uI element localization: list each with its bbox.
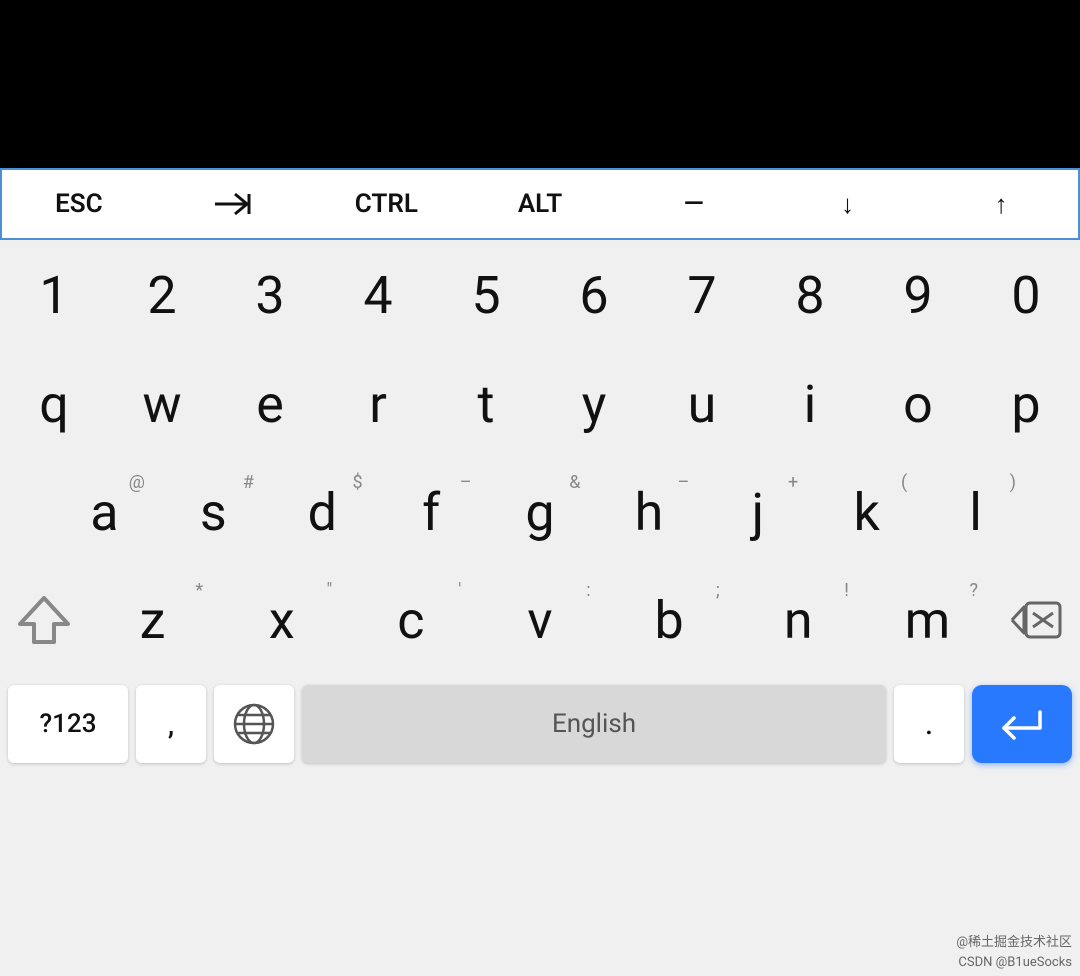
key-p[interactable]: p (972, 350, 1080, 458)
arrow-down-key[interactable]: ↓ (771, 170, 925, 238)
esc-key[interactable]: ESC (2, 170, 156, 238)
black-top-area (0, 0, 1080, 168)
key-v[interactable]: : v (475, 566, 604, 674)
key-q[interactable]: q (0, 350, 108, 458)
arrow-up-key[interactable]: ↑ (924, 170, 1078, 238)
key-s[interactable]: # s (159, 458, 268, 566)
zxcv-row: * z " x ' c : v ; b ! n ? m (0, 566, 1080, 674)
key-f[interactable]: – f (377, 458, 486, 566)
key-u[interactable]: u (648, 350, 756, 458)
key-k[interactable]: ( k (812, 458, 921, 566)
key-r[interactable]: r (324, 350, 432, 458)
enter-key[interactable] (972, 685, 1072, 763)
key-a[interactable]: @ a (50, 458, 159, 566)
key-e[interactable]: e (216, 350, 324, 458)
key-3[interactable]: 3 (216, 240, 324, 350)
key-x[interactable]: " x (217, 566, 346, 674)
key-8[interactable]: 8 (756, 240, 864, 350)
key-n[interactable]: ! n (734, 566, 863, 674)
key-7[interactable]: 7 (648, 240, 756, 350)
key-6[interactable]: 6 (540, 240, 648, 350)
dash-key[interactable]: — (617, 170, 771, 238)
comma-key[interactable]: , (136, 685, 206, 763)
key-l[interactable]: ) l (921, 458, 1030, 566)
key-o[interactable]: o (864, 350, 972, 458)
key-i[interactable]: i (756, 350, 864, 458)
numeric-switch-key[interactable]: ?123 (8, 685, 128, 763)
number-row: 1 2 3 4 5 6 7 8 9 0 (0, 240, 1080, 350)
globe-key[interactable] (214, 685, 294, 763)
alt-key[interactable]: ALT (463, 170, 617, 238)
bottom-row: ?123 , English . (0, 674, 1080, 774)
period-key[interactable]: . (894, 685, 964, 763)
key-j[interactable]: + j (703, 458, 812, 566)
asdf-row: @ a # s $ d – f & g – h + j ( k (0, 458, 1080, 566)
key-h[interactable]: – h (594, 458, 703, 566)
qwerty-row: q w e r t y u i o p (0, 350, 1080, 458)
key-d[interactable]: $ d (268, 458, 377, 566)
keyboard-wrapper: ESC CTRL ALT — ↓ ↑ 1 2 3 4 5 6 7 8 9 0 q… (0, 168, 1080, 976)
key-t[interactable]: t (432, 350, 540, 458)
key-b[interactable]: ; b (605, 566, 734, 674)
tab-key[interactable] (156, 170, 310, 238)
key-4[interactable]: 4 (324, 240, 432, 350)
shift-key[interactable] (0, 566, 88, 674)
backspace-key[interactable] (992, 566, 1080, 674)
key-5[interactable]: 5 (432, 240, 540, 350)
key-y[interactable]: y (540, 350, 648, 458)
key-m[interactable]: ? m (863, 566, 992, 674)
key-g[interactable]: & g (486, 458, 595, 566)
key-2[interactable]: 2 (108, 240, 216, 350)
key-9[interactable]: 9 (864, 240, 972, 350)
key-c[interactable]: ' c (346, 566, 475, 674)
key-0[interactable]: 0 (972, 240, 1080, 350)
space-key[interactable]: English (302, 685, 886, 763)
key-1[interactable]: 1 (0, 240, 108, 350)
key-w[interactable]: w (108, 350, 216, 458)
function-row: ESC CTRL ALT — ↓ ↑ (0, 168, 1080, 240)
ctrl-key[interactable]: CTRL (309, 170, 463, 238)
key-z[interactable]: * z (88, 566, 217, 674)
watermark: @稀土掘金技术社区 CSDN @B1ueSocks (956, 933, 1072, 972)
